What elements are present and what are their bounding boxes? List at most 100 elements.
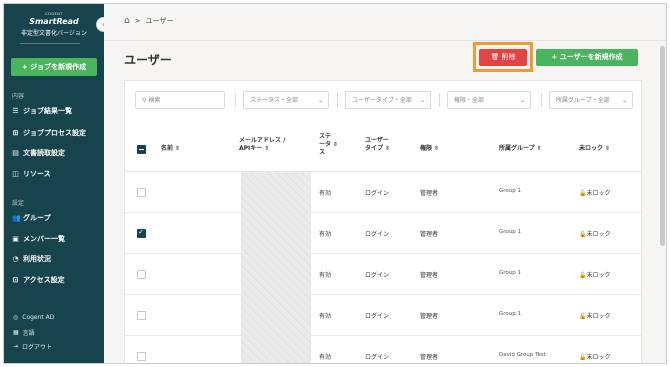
logo-company: COGENT xyxy=(45,12,63,16)
sidebar-item-groups[interactable]: 👥 グループ xyxy=(12,213,51,223)
sidebar: COGENT SmartRead 非定型文書化バージョン ‹ + ジョブを新規作… xyxy=(4,4,111,363)
app-window: COGENT SmartRead 非定型文書化バージョン ‹ + ジョブを新規作… xyxy=(3,3,667,364)
section-label-content: 内容 xyxy=(12,93,25,100)
row-checkbox[interactable] xyxy=(137,352,146,361)
logout-button[interactable]: ⇥ ログアウト xyxy=(13,342,52,351)
row-checkbox[interactable] xyxy=(137,311,146,320)
header-status-line1: ステ xyxy=(319,133,332,140)
table-header: 名前 ⇳ メールアドレス / APIキー ⇳ ステ ータ ⇳ ス ユーザー タイ… xyxy=(125,127,641,172)
table-row[interactable]: 有効 ログイン 管理者 Group 1 🔓未ロック xyxy=(125,213,641,254)
group-filter-label: 所属グループ・全部 xyxy=(556,97,610,104)
new-job-button[interactable]: + ジョブを新規作成 xyxy=(11,58,97,76)
row-role: 管理者 xyxy=(420,313,439,320)
row-lock-status: 🔓未ロック xyxy=(579,313,611,320)
logo-divider xyxy=(20,43,80,44)
filter-divider xyxy=(235,93,236,107)
row-status: 有効 xyxy=(319,190,332,197)
row-group: Group 1 xyxy=(499,188,521,194)
header-type-line2: タイプ ⇳ xyxy=(365,145,391,152)
process-icon: ⊞ xyxy=(12,129,19,137)
sidebar-item-label: 利用状況 xyxy=(23,255,51,263)
breadcrumb-current: ユーザー xyxy=(145,17,174,25)
document-icon: ▤ xyxy=(12,149,19,157)
page-title: ユーザー xyxy=(124,53,172,67)
sidebar-item-label: ジョブプロセス設定 xyxy=(23,129,86,137)
row-user-type: ログイン xyxy=(365,354,390,361)
sidebar-item-usage[interactable]: ◔ 利用状況 xyxy=(12,254,51,264)
row-group: Group 1 xyxy=(499,270,521,276)
status-filter-label: ステータス・全部 xyxy=(250,97,299,104)
account-icon: ◎ xyxy=(13,314,19,321)
sidebar-item-document-settings[interactable]: ▤ 文書読取設定 xyxy=(12,148,65,158)
table-row[interactable]: 有効 ログイン 管理者 David Group Test 🔓未ロック xyxy=(125,336,641,363)
header-status[interactable]: ステ ータ ⇳ ス xyxy=(319,133,338,157)
usage-icon: ◔ xyxy=(12,255,19,263)
row-role: 管理者 xyxy=(420,231,439,238)
chevron-down-icon: ⌄ xyxy=(519,97,525,104)
status-filter[interactable]: ステータス・全部 ⌄ xyxy=(243,91,329,109)
section-label-settings: 設定 xyxy=(12,200,25,207)
row-status: 有効 xyxy=(319,313,332,320)
language-menu[interactable]: ▦ 言語 xyxy=(13,328,35,337)
sidebar-item-job-results[interactable]: ☰ ジョブ結果一覧 xyxy=(12,106,72,116)
home-icon[interactable]: ⌂ xyxy=(124,16,130,26)
app-logo: COGENT SmartRead 非定型文書化バージョン xyxy=(4,12,104,37)
sidebar-item-members[interactable]: ▣ メンバー一覧 xyxy=(12,234,65,244)
sidebar-item-resources[interactable]: ◫ リソース xyxy=(12,169,51,179)
language-icon: ▦ xyxy=(13,329,19,336)
users-table-card: ⚲ 検索 ステータス・全部 ⌄ ユーザータイプ・全部 ⌄ 権限・全部 ⌄ 所属グ… xyxy=(124,80,642,363)
row-checkbox[interactable] xyxy=(137,228,146,238)
select-all-checkbox[interactable] xyxy=(137,145,146,154)
header-user-type[interactable]: ユーザー タイプ ⇳ xyxy=(365,137,390,153)
row-user-type: ログイン xyxy=(365,272,390,279)
filter-divider xyxy=(541,93,542,107)
sidebar-item-label: リソース xyxy=(23,170,51,178)
header-lock[interactable]: 未ロック ⇳ xyxy=(579,145,610,153)
search-input[interactable]: ⚲ 検索 xyxy=(135,91,225,109)
row-group: David Group Test xyxy=(499,352,546,358)
delete-button[interactable]: 🗑 削除 xyxy=(479,49,527,66)
logout-label: ログアウト xyxy=(22,344,53,351)
header-email[interactable]: メールアドレス / APIキー ⇳ xyxy=(239,137,285,153)
row-lock-status: 🔓未ロック xyxy=(579,190,611,197)
table-row[interactable]: 有効 ログイン 管理者 Group 1 🔓未ロック xyxy=(125,172,641,213)
row-lock-status: 🔓未ロック xyxy=(579,272,611,279)
header-role[interactable]: 権限 ⇳ xyxy=(420,145,439,153)
filter-divider xyxy=(439,93,440,107)
search-placeholder: 検索 xyxy=(148,97,161,104)
row-lock-status: 🔓未ロック xyxy=(579,354,611,361)
logout-icon: ⇥ xyxy=(13,343,19,350)
sidebar-item-access[interactable]: ⊡ アクセス設定 xyxy=(12,275,65,285)
account-menu[interactable]: ◎ Cogent AD xyxy=(13,314,54,321)
user-type-filter[interactable]: ユーザータイプ・全部 ⌄ xyxy=(345,91,431,109)
language-label: 言語 xyxy=(22,330,35,337)
row-user-type: ログイン xyxy=(365,313,390,320)
role-filter-label: 権限・全部 xyxy=(454,97,485,104)
add-user-button[interactable]: + ユーザーを新規作成 xyxy=(536,49,638,66)
vertical-scrollbar[interactable] xyxy=(660,46,665,246)
breadcrumb: ⌂ > ユーザー xyxy=(124,16,173,26)
sidebar-item-job-process[interactable]: ⊞ ジョブプロセス設定 xyxy=(12,128,86,138)
main-content: ⌂ > ユーザー ユーザー 🗑 削除 + ユーザーを新規作成 ⚲ 検索 ステータ… xyxy=(104,4,666,363)
row-role: 管理者 xyxy=(420,190,439,197)
header-name[interactable]: 名前 ⇳ xyxy=(161,145,180,153)
sidebar-item-label: 文書読取設定 xyxy=(23,149,65,157)
header-group[interactable]: 所属グループ ⇳ xyxy=(499,145,542,153)
row-group: Group 1 xyxy=(499,229,521,235)
group-filter[interactable]: 所属グループ・全部 ⌄ xyxy=(549,91,633,109)
sidebar-item-label: アクセス設定 xyxy=(23,276,65,284)
row-checkbox[interactable] xyxy=(137,270,146,279)
table-row[interactable]: 有効 ログイン 管理者 Group 1 🔓未ロック xyxy=(125,254,641,295)
table-row[interactable]: 有効 ログイン 管理者 Group 1 🔓未ロック xyxy=(125,295,641,336)
row-role: 管理者 xyxy=(420,354,439,361)
row-lock-status: 🔓未ロック xyxy=(579,231,611,238)
logo-brand: SmartRead xyxy=(29,17,79,26)
breadcrumb-separator: > xyxy=(134,17,141,25)
role-filter[interactable]: 権限・全部 ⌄ xyxy=(447,91,531,109)
top-bar: ⌂ > ユーザー xyxy=(104,4,666,41)
resource-icon: ◫ xyxy=(12,170,19,178)
chevron-down-icon: ⌄ xyxy=(419,97,425,104)
member-icon: ▣ xyxy=(12,235,19,243)
row-checkbox[interactable] xyxy=(137,188,146,197)
chevron-down-icon: ⌄ xyxy=(317,97,323,104)
